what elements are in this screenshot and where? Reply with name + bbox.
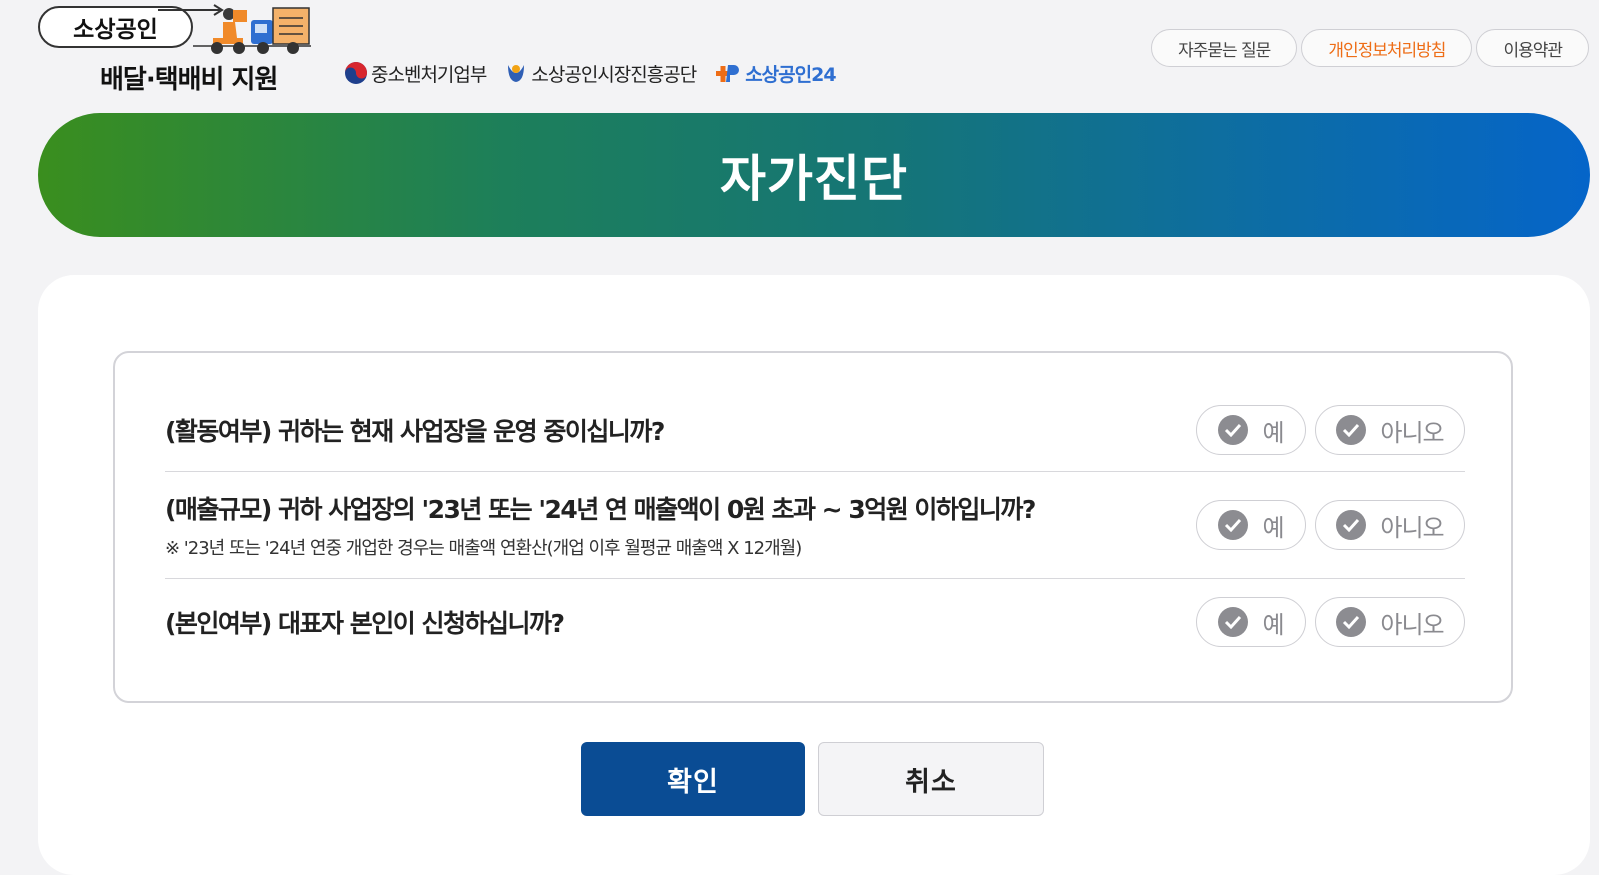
delivery-truck-icon: [193, 7, 311, 54]
question-note: ※ '23년 또는 '24년 연중 개업한 경우는 매출액 연환산(개업 이후 …: [165, 538, 802, 559]
answer-yes-label: 예: [1262, 513, 1284, 542]
terms-link[interactable]: 이용약관: [1476, 29, 1589, 67]
answer-no-label: 아니오: [1380, 418, 1444, 447]
check-circle-icon: [1336, 607, 1367, 637]
answer-group: 예 아니오: [1187, 597, 1465, 647]
page-banner: 자가진단: [38, 113, 1590, 237]
check-circle-icon: [1218, 415, 1249, 445]
answer-group: 예 아니오: [1187, 405, 1465, 455]
sbiz24-icon: [716, 65, 740, 82]
check-circle-icon: [1336, 510, 1367, 540]
partner-semas[interactable]: 소상공인시장진흥공단: [504, 60, 697, 87]
question-row: (본인여부) 대표자 본인이 신청하십니까? 예 아니오: [165, 579, 1465, 665]
page-title: 자가진단: [720, 150, 908, 208]
self-diagnosis-questions: (활동여부) 귀하는 현재 사업장을 운영 중이십니까? 예 아니오 (매출규모…: [113, 351, 1513, 703]
check-circle-icon: [1336, 415, 1367, 445]
semas-icon: [508, 65, 525, 82]
answer-group: 예 아니오: [1187, 500, 1465, 550]
top-navigation: 자주묻는 질문 개인정보처리방침 이용약관: [1147, 29, 1589, 67]
answer-no-button[interactable]: 아니오: [1315, 405, 1465, 455]
check-circle-icon: [1218, 607, 1249, 637]
question-row: (매출규모) 귀하 사업장의 '23년 또는 '24년 연 매출액이 0원 초과…: [165, 472, 1465, 579]
answer-no-button[interactable]: 아니오: [1315, 500, 1465, 550]
answer-yes-button[interactable]: 예: [1196, 597, 1306, 647]
confirm-button[interactable]: 확인: [581, 742, 805, 816]
partner-sbiz24-label: 소상공인24: [745, 63, 836, 86]
answer-no-label: 아니오: [1380, 610, 1444, 639]
question-label: (매출규모) 귀하 사업장의 '23년 또는 '24년 연 매출액이 0원 초과…: [165, 495, 1036, 524]
partner-mss-label: 중소벤처기업부: [371, 63, 487, 86]
partner-logos: 중소벤처기업부 소상공인시장진흥공단 소상공인24: [344, 58, 854, 88]
check-circle-icon: [1218, 510, 1249, 540]
question-label: (본인여부) 대표자 본인이 신청하십니까?: [165, 609, 565, 638]
site-logo[interactable]: 소상공인 배달·택배비 지원: [38, 4, 318, 95]
question-row: (활동여부) 귀하는 현재 사업장을 운영 중이십니까? 예 아니오: [165, 389, 1465, 472]
partner-mss[interactable]: 중소벤처기업부: [344, 60, 487, 87]
answer-no-button[interactable]: 아니오: [1315, 597, 1465, 647]
logo-subtitle: 배달·택배비 지원: [100, 65, 278, 95]
partner-semas-label: 소상공인시장진흥공단: [531, 63, 697, 86]
question-label: (활동여부) 귀하는 현재 사업장을 운영 중이십니까?: [165, 417, 665, 446]
answer-yes-button[interactable]: 예: [1196, 500, 1306, 550]
answer-yes-label: 예: [1262, 610, 1284, 639]
answer-yes-label: 예: [1262, 418, 1284, 447]
cancel-button[interactable]: 취소: [818, 742, 1044, 816]
privacy-policy-link[interactable]: 개인정보처리방침: [1301, 29, 1473, 67]
faq-link[interactable]: 자주묻는 질문: [1151, 29, 1298, 67]
partner-sbiz24[interactable]: 소상공인24: [714, 60, 837, 87]
answer-no-label: 아니오: [1380, 513, 1444, 542]
answer-yes-button[interactable]: 예: [1196, 405, 1306, 455]
taegeuk-icon: [345, 62, 367, 84]
